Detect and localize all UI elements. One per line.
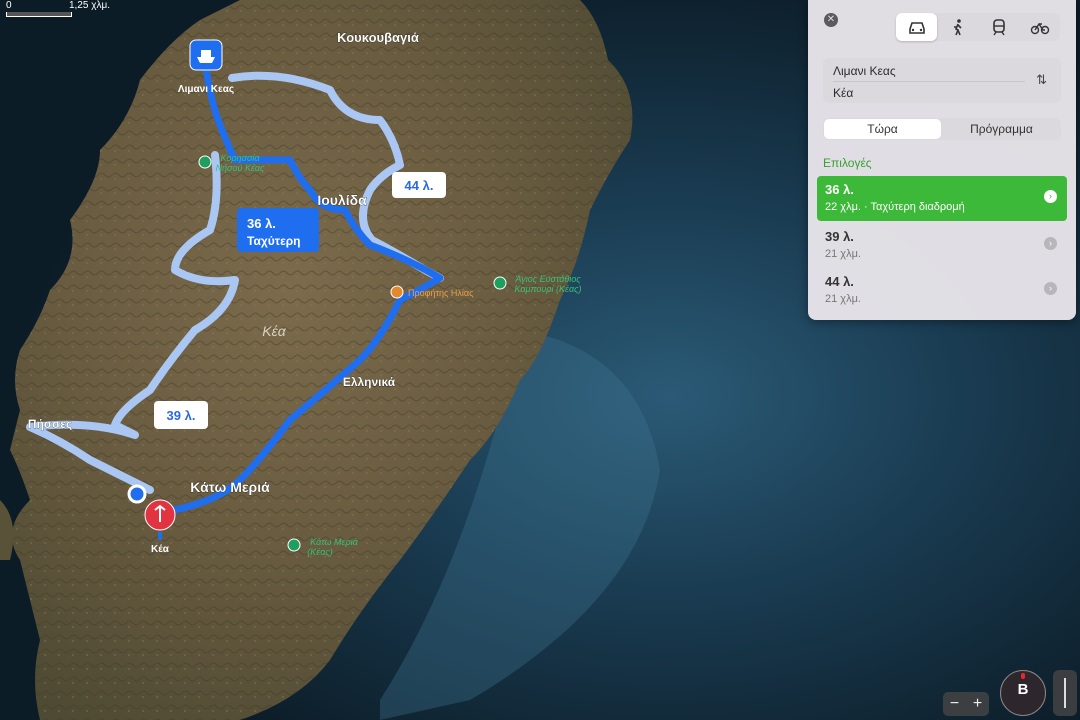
callout-36-time: 36 λ. [247,216,276,231]
place-ellinika: Ελληνικά [343,375,396,389]
poi-profitis-ilias: Προφήτης Ηλίας [408,288,474,298]
svg-text:Άγιος ΕυστάθιοςΚαμπουρί (Κέας): Άγιος Ευστάθιος Καμπουρί (Κέας) [514,274,581,294]
destination-label: Κέα [151,544,170,555]
route-option-1[interactable]: 36 λ. 22 χλμ. · Ταχύτερη διαδρομή › [817,176,1067,221]
pitch-slider-track [1064,678,1066,708]
zoom-control: − + [943,692,989,716]
poi-agios-icon [493,276,507,290]
chevron-right-icon[interactable]: › [1044,282,1057,295]
mode-drive-button[interactable] [896,13,937,41]
compass-label: B [1017,681,1029,698]
options-title: Επιλογές [823,156,872,170]
zoom-in-button[interactable]: + [966,692,989,716]
chevron-right-icon[interactable]: › [1044,237,1057,250]
place-kato-meria: Κάτω Μεριά [190,479,270,495]
transport-mode-selector [896,13,1060,41]
route-option-detail: 21 χλμ. [825,248,861,260]
poi-kato-meria-line2: (Κέας) [307,547,332,557]
poi-kato-meria-icon [287,538,301,552]
compass-north-tick [1021,673,1025,679]
poi-korissia-line1: Κορησσία [220,153,260,163]
to-field[interactable]: Κέα [833,86,853,100]
close-button[interactable]: ✕ [824,13,838,27]
poi-profitis-ilias-icon [390,285,404,299]
scale-start: 0 [6,0,12,11]
tab-now[interactable]: Τώρα [824,119,941,139]
from-field[interactable]: Λιμανι Κεας [833,64,896,78]
mode-transit-button[interactable] [978,13,1019,41]
poi-agios-line2: Καμπουρί (Κέας) [515,284,582,294]
scale-end: 1,25 χλμ. [68,0,110,11]
callout-39: 39 λ. [167,408,196,423]
walk-icon [953,19,962,36]
route-option-detail: 22 χλμ. · Ταχύτερη διαδρομή [825,201,965,213]
region-kea: Κέα [262,323,286,339]
scale-bar-line [6,12,72,17]
swap-icon[interactable]: ⇅ [1036,72,1047,88]
place-limani-keas: Λιμανι Κεας [178,84,234,95]
route-option-detail: 21 χλμ. [825,293,861,305]
route-option-2[interactable]: 39 λ. 21 χλμ. › [817,223,1067,268]
time-segmented-control: Τώρα Πρόγραμμα [823,118,1061,140]
route-option-time: 39 λ. [825,229,854,244]
poi-korissia-line2: Νήσου Κέας [216,163,265,173]
route-fields: Λιμανι Κεας Κέα ⇅ [823,58,1061,103]
transit-icon [992,19,1005,36]
route-option-time: 44 λ. [825,274,854,289]
pitch-slider[interactable] [1053,670,1077,716]
zoom-out-button[interactable]: − [943,692,966,716]
poi-kato-meria-line1: Κάτω Μεριά [310,537,358,547]
field-divider [833,81,1025,82]
compass-button[interactable]: B [1000,670,1046,716]
callout-36-label: Ταχύτερη [247,234,301,248]
current-location-icon [127,484,147,504]
tab-schedule[interactable]: Πρόγραμμα [943,119,1060,139]
car-icon [908,22,925,34]
mode-walk-button[interactable] [937,13,978,41]
chevron-right-icon[interactable]: › [1044,190,1057,203]
bike-icon [1030,22,1049,35]
poi-korissia-icon [198,155,212,169]
directions-panel: ✕ Λιμανι Κεας Κέα ⇅ Τώρα Πρόγραμμα Επιλο… [808,0,1076,320]
svg-text:ΚορησσίαΝήσου Κέας: Κορησσία Νήσου Κέας [216,153,265,173]
route-option-time: 36 λ. [825,182,854,197]
scale-bar: 0 1,25 χλμ. [6,0,110,17]
poi-agios-line1: Άγιος Ευστάθιος [514,274,581,284]
place-pisses: Πήσσες [28,417,72,431]
mode-bike-button[interactable] [1019,13,1060,41]
place-ioulida: Ιουλίδα [317,192,367,208]
place-koukouvagia: Κουκουβαγιά [337,30,419,45]
route-option-3[interactable]: 44 λ. 21 χλμ. › [817,268,1067,313]
callout-44: 44 λ. [405,178,434,193]
